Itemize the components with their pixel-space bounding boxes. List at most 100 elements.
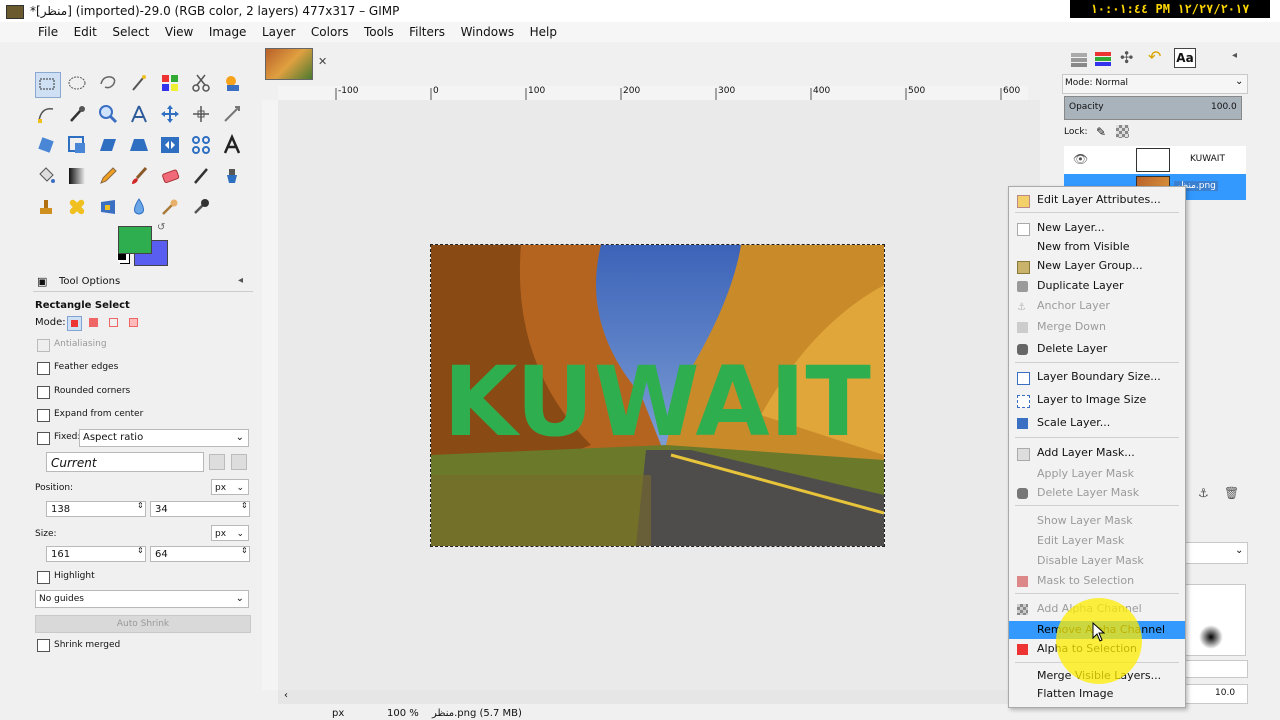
brush-grid[interactable] (1184, 584, 1246, 656)
dodge-burn-icon[interactable] (190, 196, 214, 220)
menu-item-new-layer[interactable]: New Layer... (1009, 219, 1185, 237)
select-by-color-icon[interactable] (159, 72, 183, 96)
spin-arrows-icon[interactable]: ⇕ (137, 501, 144, 510)
mode-add-icon[interactable] (87, 316, 100, 329)
bucket-fill-icon[interactable] (35, 165, 59, 189)
menu-item-anchor-layer[interactable]: ⚓ Anchor Layer (1009, 297, 1185, 315)
menu-item-delete-layer[interactable]: Delete Layer (1009, 340, 1185, 358)
rect-select-icon[interactable] (35, 72, 61, 98)
eraser-icon[interactable] (159, 165, 183, 189)
ellipse-select-icon[interactable] (66, 72, 90, 96)
perspective-icon[interactable] (128, 134, 152, 158)
opacity-slider[interactable]: Opacity 100.0 (1064, 96, 1242, 120)
unit-select[interactable]: px (332, 708, 344, 719)
menu-help[interactable]: Help (524, 22, 563, 40)
spin-arrows-icon[interactable]: ⇕ (241, 546, 248, 555)
align-icon[interactable] (190, 103, 214, 127)
menu-item-apply-layer-mask[interactable]: Apply Layer Mask (1009, 465, 1185, 483)
clone-icon[interactable] (35, 196, 59, 220)
horizontal-scrollbar[interactable]: ‹ (278, 690, 1040, 704)
position-unit-select[interactable]: px ⌄ (211, 479, 249, 495)
color-picker-icon[interactable] (66, 103, 90, 127)
pencil-icon[interactable] (97, 165, 121, 189)
fonts-tab-icon[interactable]: Aa (1174, 48, 1196, 68)
fixed-checkbox[interactable] (37, 432, 50, 445)
lock-pixels-icon[interactable]: ✎ (1096, 125, 1106, 139)
crop-icon[interactable] (221, 103, 245, 127)
foreground-select-icon[interactable] (221, 72, 245, 96)
flip-icon[interactable] (159, 134, 183, 158)
fixed-mode-select[interactable]: Aspect ratio ⌄ (79, 429, 249, 447)
menu-item-show-layer-mask[interactable]: Show Layer Mask (1009, 512, 1185, 530)
blend-icon[interactable] (66, 165, 90, 189)
menu-item-add-layer-mask[interactable]: Add Layer Mask... (1009, 444, 1185, 462)
rotate-icon[interactable] (35, 134, 59, 158)
brush-preset-select[interactable] (1184, 660, 1248, 678)
paintbrush-icon[interactable] (128, 165, 152, 189)
layer-row-kuwait[interactable]: 👁 KUWAIT (1064, 146, 1246, 174)
image-tab-thumbnail[interactable] (265, 48, 313, 80)
spin-arrows-icon[interactable]: ⇕ (137, 546, 144, 555)
position-y-input[interactable]: 34 (150, 501, 250, 517)
highlight-checkbox[interactable] (37, 571, 50, 584)
menu-item-new-layer-group[interactable]: New Layer Group... (1009, 257, 1185, 275)
menu-file[interactable]: File (32, 22, 64, 40)
menu-item-delete-layer-mask[interactable]: Delete Layer Mask (1009, 484, 1185, 502)
channels-tab-icon[interactable] (1092, 50, 1114, 68)
expand-from-center-checkbox[interactable] (37, 409, 50, 422)
menu-edit[interactable]: Edit (68, 22, 103, 40)
position-x-input[interactable]: 138 (46, 501, 146, 517)
shear-icon[interactable] (97, 134, 121, 158)
guides-select[interactable]: No guides ⌄ (35, 590, 249, 608)
menu-image[interactable]: Image (203, 22, 253, 40)
feather-edges-checkbox[interactable] (37, 362, 50, 375)
close-icon[interactable]: ✕ (318, 55, 327, 68)
tool-options-tab[interactable]: Tool Options (59, 276, 120, 287)
menu-filters[interactable]: Filters (403, 22, 451, 40)
brush-preview-icon[interactable] (1199, 625, 1223, 649)
spin-arrows-icon[interactable]: ⇕ (241, 501, 248, 510)
swap-colors-icon[interactable]: ↺ (157, 222, 165, 233)
layers-tab-icon[interactable] (1068, 50, 1090, 68)
menu-item-edit-layer-attributes[interactable]: Edit Layer Attributes... (1009, 191, 1185, 209)
text-icon[interactable] (221, 133, 245, 158)
landscape-icon[interactable] (231, 454, 247, 470)
antialiasing-checkbox[interactable] (37, 339, 50, 352)
menu-item-layer-to-image-size[interactable]: Layer to Image Size (1009, 391, 1185, 409)
brush-size-field[interactable]: 10.0 (1184, 684, 1248, 704)
zoom-select[interactable]: 100 % (387, 708, 419, 719)
mode-intersect-icon[interactable] (127, 316, 140, 329)
mode-subtract-icon[interactable] (107, 316, 120, 329)
move-icon[interactable] (159, 103, 183, 127)
menu-item-flatten-image[interactable]: Flatten Image (1009, 685, 1185, 703)
delete-icon[interactable]: 🗑 (1224, 486, 1239, 500)
menu-item-disable-layer-mask[interactable]: Disable Layer Mask (1009, 552, 1185, 570)
menu-select[interactable]: Select (106, 22, 155, 40)
aspect-current-field[interactable]: Current (46, 452, 204, 472)
cage-transform-icon[interactable] (190, 134, 214, 158)
mode-replace-icon[interactable] (67, 316, 82, 331)
menu-item-new-from-visible[interactable]: New from Visible (1009, 238, 1185, 256)
menu-item-duplicate-layer[interactable]: Duplicate Layer (1009, 277, 1185, 295)
measure-icon[interactable] (128, 103, 152, 127)
brush-select[interactable]: ⌄ (1184, 542, 1248, 564)
size-height-input[interactable]: 64 (150, 546, 250, 562)
perspective-clone-icon[interactable] (97, 196, 121, 220)
size-width-input[interactable]: 161 (46, 546, 146, 562)
blur-icon[interactable] (159, 196, 183, 220)
image-canvas[interactable]: KUWAIT (430, 244, 885, 547)
paths-tab-icon[interactable]: ✣ (1120, 48, 1133, 67)
scissors-icon[interactable] (190, 72, 214, 96)
layer-mode-select[interactable]: Mode: Normal ⌄ (1062, 74, 1248, 94)
menu-tools[interactable]: Tools (358, 22, 400, 40)
lock-alpha-icon[interactable] (1116, 125, 1129, 138)
foreground-color-swatch[interactable] (118, 226, 152, 254)
heal-icon[interactable] (66, 196, 90, 220)
menu-item-scale-layer[interactable]: Scale Layer... (1009, 414, 1185, 432)
airbrush-icon[interactable] (190, 165, 214, 189)
menu-item-mask-to-selection[interactable]: Mask to Selection (1009, 572, 1185, 590)
scale-icon[interactable] (66, 134, 90, 158)
scroll-left-icon[interactable]: ‹ (284, 690, 288, 701)
panel-menu-icon[interactable]: ◂ (1232, 50, 1237, 61)
menu-view[interactable]: View (159, 22, 199, 40)
